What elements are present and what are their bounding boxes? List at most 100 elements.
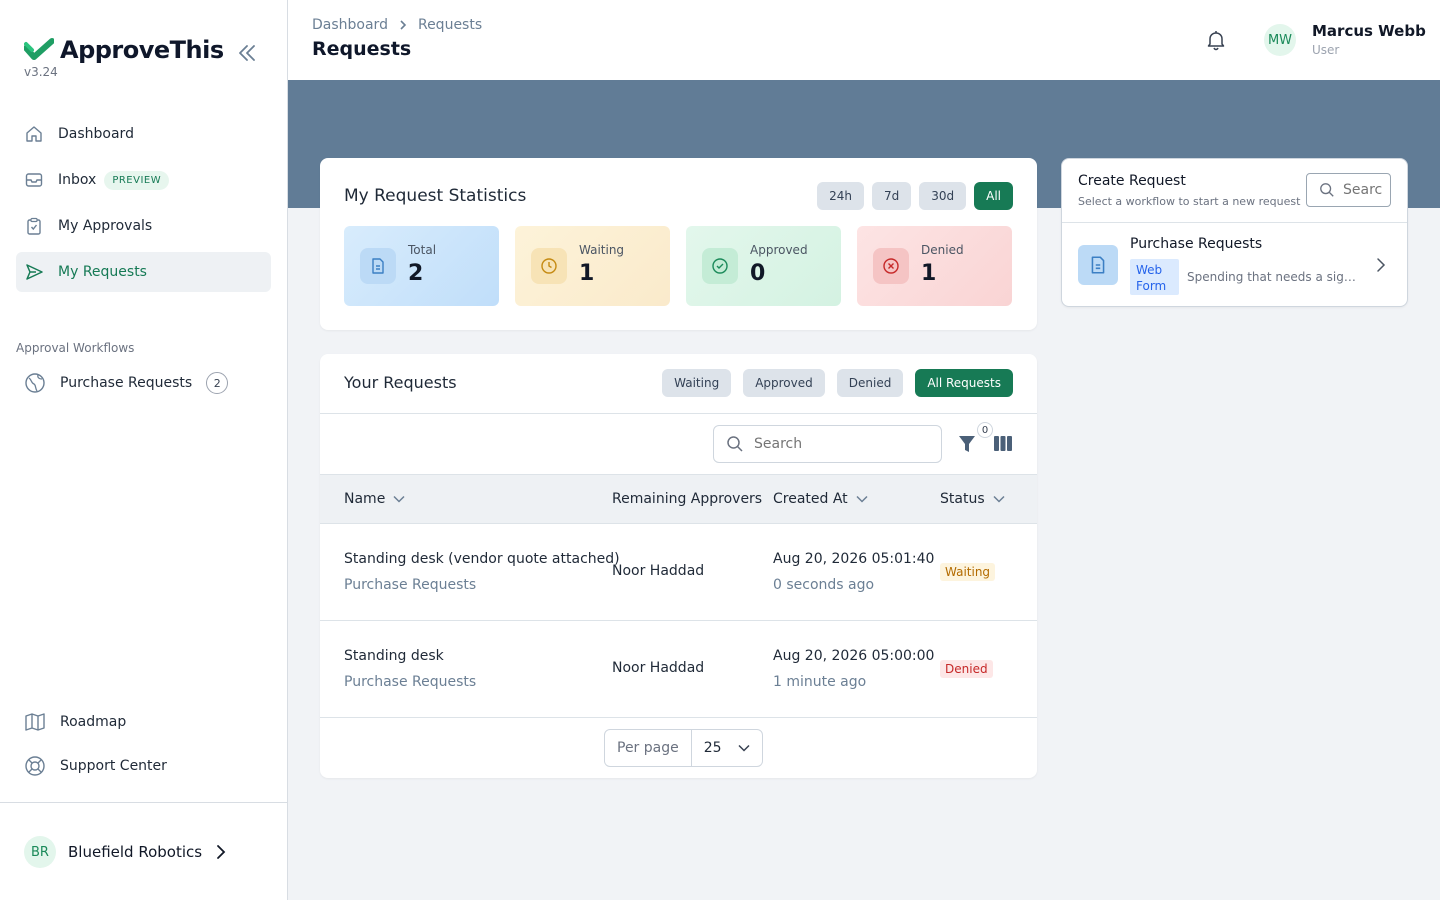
breadcrumb-requests[interactable]: Requests: [418, 17, 482, 33]
org-name: Bluefield Robotics: [68, 843, 203, 861]
filter-icon[interactable]: [958, 434, 976, 454]
status-cell: Waiting: [940, 563, 996, 581]
create-request-subtitle: Select a workflow to start a new request: [1078, 195, 1301, 208]
x-circle-icon: [873, 248, 909, 284]
stat-label: Denied: [921, 243, 964, 257]
sidebar-item-my-approvals[interactable]: My Approvals: [16, 206, 271, 246]
workflow-option-purchase-requests[interactable]: Purchase Requests Web Form Spending that…: [1062, 222, 1407, 307]
filter-approved-button[interactable]: Approved: [743, 369, 825, 397]
table-row[interactable]: Standing desk Purchase Requests Noor Had…: [320, 621, 1037, 718]
chevron-down-icon: [856, 495, 868, 503]
collapse-sidebar-icon[interactable]: [236, 42, 258, 64]
per-page-select[interactable]: 25: [692, 740, 762, 756]
status-badge: Waiting: [940, 563, 996, 581]
stat-value: 2: [408, 261, 424, 286]
stat-tile-approved: Approved 0: [686, 226, 841, 306]
create-request-title: Create Request: [1078, 173, 1186, 189]
status-cell: Denied: [940, 660, 993, 678]
remaining-approvers: Noor Haddad: [612, 563, 705, 579]
sidebar-item-label: Support Center: [60, 758, 167, 774]
range-all-button[interactable]: All: [974, 182, 1013, 210]
filter-waiting-button[interactable]: Waiting: [662, 369, 732, 397]
section-label-workflows: Approval Workflows: [16, 341, 135, 355]
divider: [320, 413, 1037, 414]
search-icon: [727, 436, 743, 452]
request-workflow: Purchase Requests: [344, 577, 477, 593]
workflow-description: Spending that needs a sign-off before it…: [1187, 270, 1362, 284]
sidebar-workflow-purchase-requests[interactable]: Purchase Requests 2: [24, 372, 229, 394]
breadcrumb-dashboard[interactable]: Dashboard: [312, 17, 388, 33]
globe-icon: [25, 373, 45, 393]
stat-tile-total: Total 2: [344, 226, 499, 306]
filter-denied-button[interactable]: Denied: [836, 369, 904, 397]
workflow-search[interactable]: [1306, 173, 1391, 207]
clipboard-icon: [27, 217, 41, 235]
chevron-right-icon: [400, 20, 407, 30]
stat-value: 1: [921, 261, 937, 286]
request-name[interactable]: Standing desk: [344, 648, 444, 664]
workflow-name: Purchase Requests: [1130, 236, 1263, 252]
column-label: Name: [344, 491, 386, 507]
your-requests-card: Your Requests Waiting Approved Denied Al…: [320, 354, 1037, 778]
created-at: Aug 20, 2026 05:01:40: [773, 551, 935, 567]
workflow-search-input[interactable]: [1343, 182, 1383, 198]
sidebar-item-label: My Requests: [58, 264, 147, 280]
sidebar-item-dashboard[interactable]: Dashboard: [16, 114, 271, 154]
org-switcher[interactable]: BR Bluefield Robotics: [24, 836, 228, 868]
user-avatar[interactable]: MW: [1264, 24, 1296, 56]
document-icon: [360, 248, 396, 284]
stat-value: 0: [750, 261, 766, 286]
search-input[interactable]: [754, 436, 914, 452]
preview-badge: PREVIEW: [104, 170, 170, 190]
app-version: v3.24: [24, 65, 58, 79]
lifebuoy-icon: [25, 756, 45, 776]
column-header-remaining-approvers: Remaining Approvers: [612, 491, 762, 507]
clock-icon: [531, 248, 567, 284]
table-row[interactable]: Standing desk (vendor quote attached) Pu…: [320, 524, 1037, 621]
requests-search[interactable]: [713, 425, 942, 463]
page-title: Requests: [312, 38, 412, 60]
bell-icon[interactable]: [1204, 28, 1228, 52]
column-header-created-at[interactable]: Created At: [773, 491, 868, 507]
document-icon: [1078, 245, 1118, 285]
main-nav: Dashboard Inbox PREVIEW My Approvals My …: [16, 114, 271, 298]
column-label: Status: [940, 491, 985, 507]
status-filter-tabs: Waiting Approved Denied All Requests: [662, 369, 1013, 397]
inbox-icon: [25, 173, 43, 187]
stat-tile-waiting: Waiting 1: [515, 226, 670, 306]
sidebar-item-label: Dashboard: [58, 126, 134, 142]
workflow-count-badge: 2: [206, 372, 229, 394]
top-header: Dashboard Requests Requests MW Marcus We…: [288, 0, 1440, 80]
status-badge: Denied: [940, 660, 993, 678]
check-circle-icon: [702, 248, 738, 284]
brand-logo[interactable]: ApproveThis: [24, 36, 224, 64]
sidebar-item-my-requests[interactable]: My Requests: [16, 252, 271, 292]
remaining-approvers: Noor Haddad: [612, 660, 705, 676]
sidebar-item-support-center[interactable]: Support Center: [24, 752, 167, 780]
user-name[interactable]: Marcus Webb: [1312, 22, 1426, 40]
workflow-label: Purchase Requests: [60, 375, 193, 391]
filter-all-requests-button[interactable]: All Requests: [915, 369, 1013, 397]
sidebar-item-roadmap[interactable]: Roadmap: [24, 708, 167, 736]
column-header-name[interactable]: Name: [344, 491, 405, 507]
sidebar-item-label: My Approvals: [58, 218, 153, 234]
range-selector: 24h 7d 30d All: [817, 182, 1013, 210]
per-page-selector: Per page 25: [604, 729, 763, 767]
stat-tiles: Total 2 Waiting 1 Approved 0 Denied 1: [344, 226, 1012, 306]
created-relative: 1 minute ago: [773, 674, 867, 690]
sidebar-item-inbox[interactable]: Inbox PREVIEW: [16, 160, 271, 200]
column-label: Remaining Approvers: [612, 491, 763, 507]
stat-label: Total: [408, 243, 437, 257]
column-header-status[interactable]: Status: [940, 491, 1005, 507]
table-header: Name Remaining Approvers Created At Stat…: [320, 474, 1037, 524]
range-7d-button[interactable]: 7d: [871, 182, 912, 210]
bottom-nav: Roadmap Support Center: [24, 708, 167, 796]
range-30d-button[interactable]: 30d: [919, 182, 967, 210]
chevron-right-icon: [217, 845, 226, 859]
stat-tile-denied: Denied 1: [857, 226, 1012, 306]
filter-count-badge: 0: [977, 422, 993, 438]
columns-icon[interactable]: [994, 436, 1012, 451]
request-name[interactable]: Standing desk (vendor quote attached): [344, 551, 620, 567]
range-24h-button[interactable]: 24h: [817, 182, 864, 210]
created-at: Aug 20, 2026 05:00:00: [773, 648, 935, 664]
